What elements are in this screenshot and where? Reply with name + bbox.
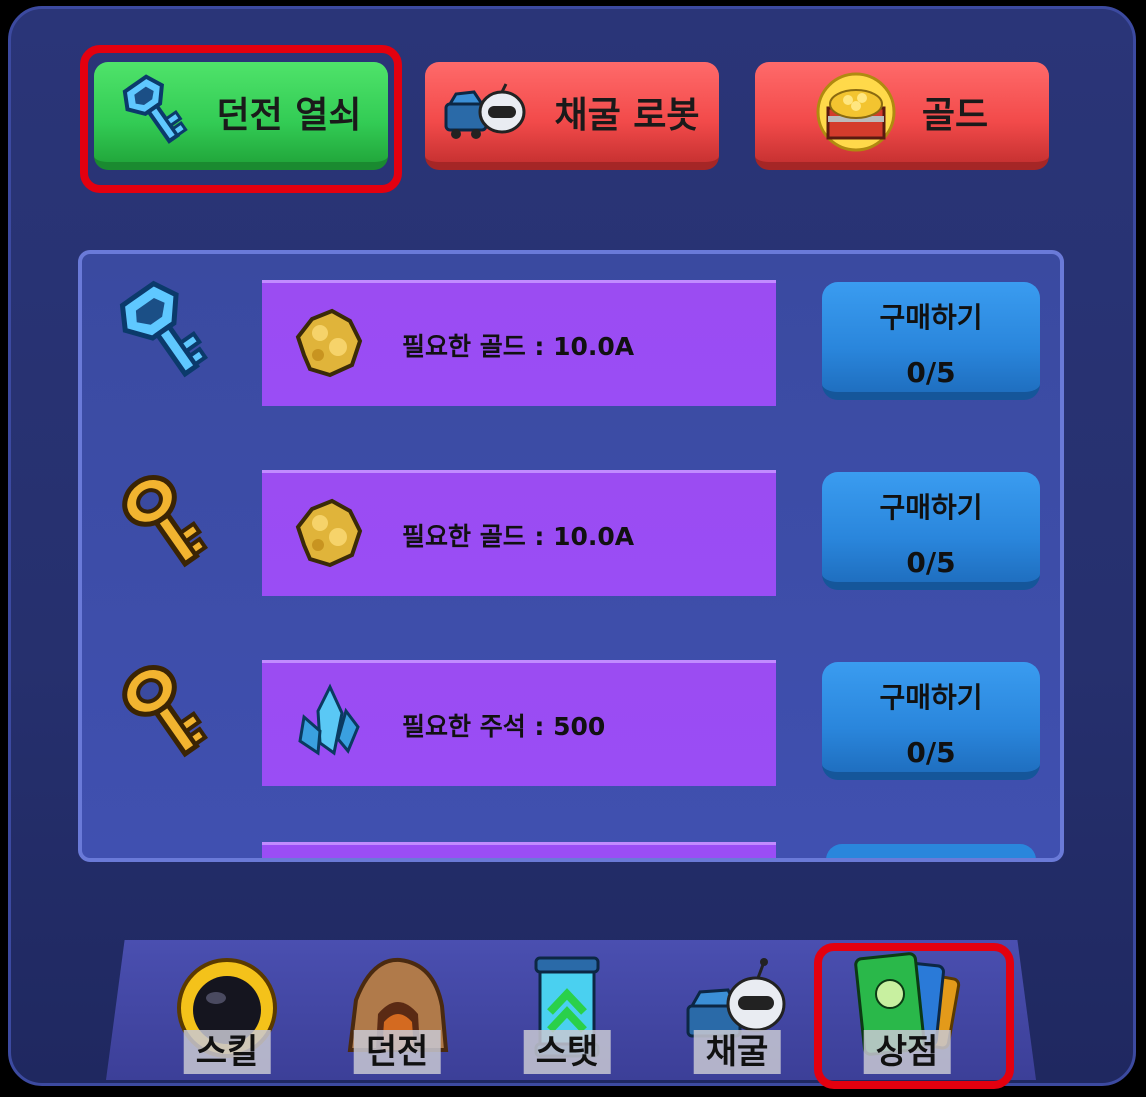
nav-item-skill[interactable]: 스킬: [142, 940, 312, 1080]
tab-mining-robot[interactable]: 채굴 로봇: [425, 62, 719, 170]
cost-text: 필요한 골드 : 10.0A: [402, 522, 635, 551]
tab-gold[interactable]: 골드: [755, 62, 1049, 170]
list-item: 필요한 골드 : 10.0A 구매하기 0/5: [82, 458, 1060, 596]
buy-button[interactable]: 구매하기 0/5: [822, 282, 1040, 400]
shop-item-list[interactable]: 필요한 골드 : 10.0A 구매하기 0/5 필요한 골드 : 10.0A 구…: [78, 250, 1064, 862]
cost-text: 필요한 골드 : 10.0A: [402, 332, 635, 361]
list-item: 필요한 골드 : 10.0A 구매하기 0/5: [82, 268, 1060, 406]
buy-button-label: 구매하기: [879, 681, 983, 714]
mining-robot-icon: [444, 83, 526, 139]
nav-item-dungeon[interactable]: 던전: [312, 940, 482, 1080]
gold-nugget-icon: [295, 308, 363, 378]
blue-crystal-icon: [298, 683, 360, 756]
selected-nav-highlight: [814, 943, 1014, 1089]
blue-key-icon: [119, 280, 209, 378]
buy-button[interactable]: 구매하기 0/5: [822, 472, 1040, 590]
gold-key-icon: [122, 474, 209, 568]
buy-button[interactable]: 구매하기 0/5: [822, 662, 1040, 780]
cost-box: 필요한 골드 : 10.0A: [262, 280, 776, 406]
list-item-partial: [262, 842, 776, 858]
list-item: 필요한 주석 : 500 구매하기 0/5: [82, 648, 1060, 786]
nav-item-stat[interactable]: 스탯: [482, 940, 652, 1080]
purchase-count: 0/5: [906, 356, 956, 389]
nav-label: 던전: [353, 1030, 441, 1074]
cost-box: 필요한 골드 : 10.0A: [262, 470, 776, 596]
gold-nugget-icon: [295, 498, 363, 568]
tab-label: 골드: [921, 95, 989, 136]
gold-chest-icon: [816, 72, 896, 152]
cost-box: 필요한 주석 : 500: [262, 660, 776, 786]
cost-text: 필요한 주석 : 500: [402, 712, 606, 741]
buy-button-partial: [826, 844, 1036, 858]
purchase-count: 0/5: [906, 736, 956, 769]
nav-item-mining[interactable]: 채굴: [652, 940, 822, 1080]
nav-label: 스킬: [183, 1030, 271, 1074]
nav-label: 스탯: [523, 1030, 611, 1074]
nav-label: 채굴: [693, 1030, 781, 1074]
selected-tab-highlight: [80, 45, 402, 193]
buy-button-label: 구매하기: [879, 491, 983, 524]
buy-button-label: 구매하기: [879, 301, 983, 334]
gold-key-icon: [122, 664, 209, 758]
tab-label: 채굴 로봇: [554, 95, 700, 136]
purchase-count: 0/5: [906, 546, 956, 579]
